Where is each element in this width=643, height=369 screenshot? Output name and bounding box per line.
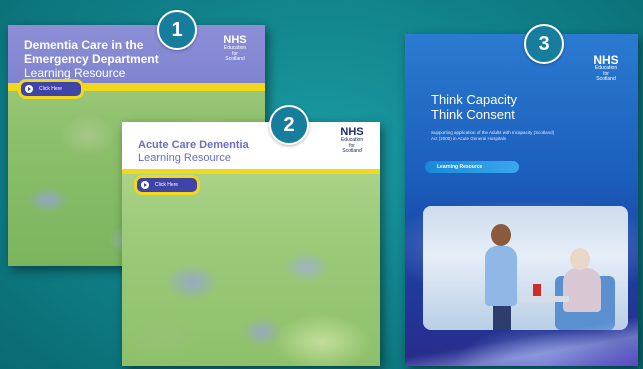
title-line-1: Think Capacity [431,92,517,107]
nhs-logo: NHS Education for Scotland [584,54,628,83]
play-icon [141,181,149,189]
number-badge-2: 2 [269,105,309,145]
play-icon [25,85,33,93]
card-acute-care-dementia[interactable]: Acute Care Dementia Learning Resource Cl… [122,122,380,366]
card-description: Supporting application of the Adults wit… [431,130,555,141]
title-line-2: Think Consent [431,107,515,122]
nhs-logo: NHS Education for Scotland [332,127,372,155]
nurse [485,246,517,306]
table [519,296,569,302]
card-title: Dementia Care in the Emergency Departmen… [24,38,159,66]
nurse-head [491,224,511,246]
cup [533,284,541,296]
button-label: Click Here [155,182,179,188]
card-subtitle: Learning Resource [24,66,126,80]
card-subtitle: Learning Resource [138,152,231,164]
nhs-org-line: Scotland [596,76,616,82]
patient-head [570,248,590,270]
learning-resource-badge: Learning Resource [425,161,519,173]
nhs-logo: NHS Education for Scotland [215,35,255,63]
nhs-org-line: Scotland [342,148,362,154]
button-label: Click Here [39,86,63,92]
nhs-org-line: Scotland [225,56,245,62]
click-here-button[interactable]: Click Here [18,79,84,99]
patient [563,268,601,312]
card-title: Acute Care Dementia [138,139,249,151]
decorative-wave [405,308,638,366]
click-here-button[interactable]: Click Here [134,175,200,195]
number-badge-3: 3 [524,24,564,64]
card-title: Think Capacity Think Consent [431,92,517,122]
yellow-band [122,169,380,174]
card-think-capacity[interactable]: NHS Education for Scotland Think Capacit… [405,34,638,366]
number-badge-1: 1 [157,10,197,50]
